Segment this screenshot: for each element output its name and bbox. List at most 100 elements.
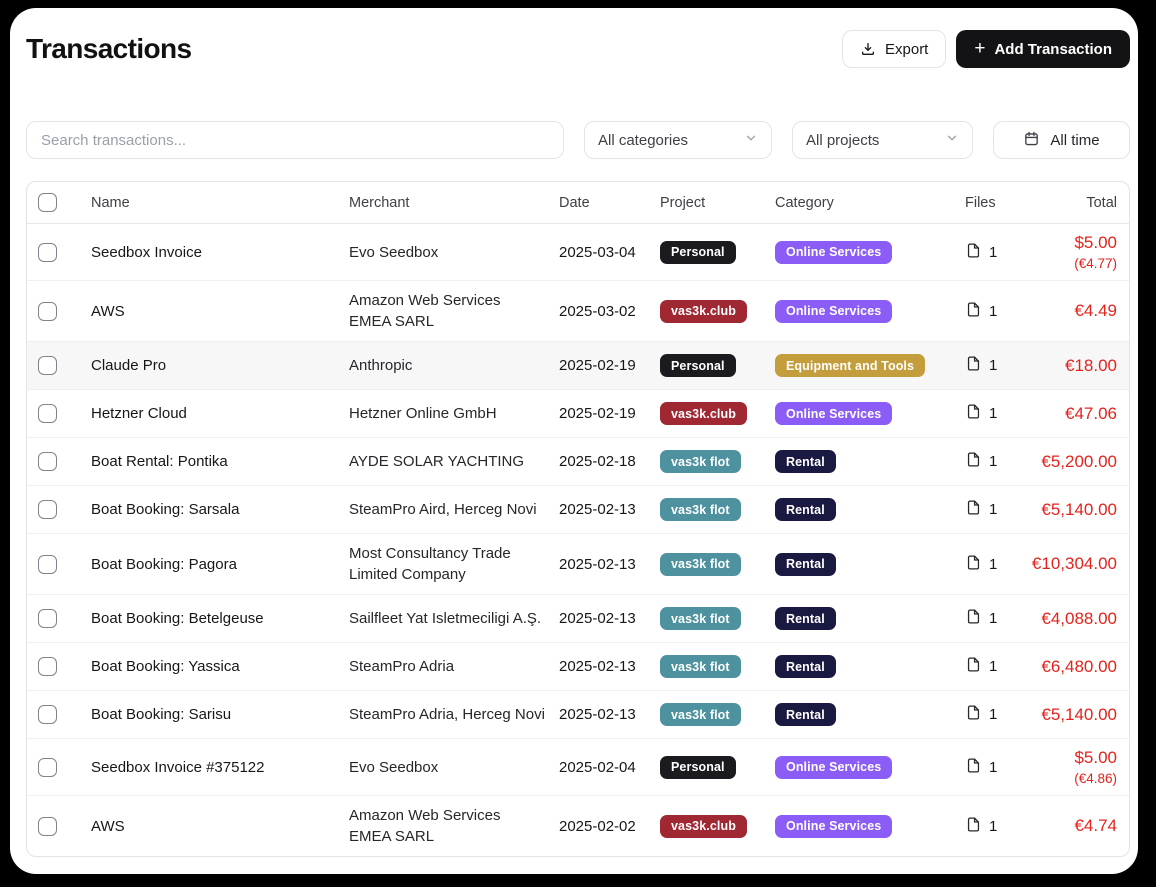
row-checkbox[interactable]: [38, 758, 57, 777]
files-cell: 1: [965, 704, 1027, 725]
file-count: 1: [989, 706, 997, 723]
transaction-name: AWS: [91, 303, 349, 320]
transaction-name: Boat Booking: Pagora: [91, 556, 349, 573]
file-count: 1: [989, 818, 997, 835]
row-checkbox[interactable]: [38, 404, 57, 423]
total-converted-amount: (€4.77): [1027, 256, 1117, 271]
row-checkbox[interactable]: [38, 817, 57, 836]
table-row[interactable]: AWSAmazon Web Services EMEA SARL2025-03-…: [27, 280, 1129, 341]
row-checkbox[interactable]: [38, 705, 57, 724]
total-cell: €5,140.00: [1027, 500, 1129, 520]
total-amount: €5,140.00: [1027, 500, 1117, 520]
header-actions: Export + Add Transaction: [842, 30, 1130, 68]
export-button[interactable]: Export: [842, 30, 946, 68]
category-badge: Rental: [775, 655, 836, 678]
project-cell: vas3k flot: [660, 607, 775, 630]
table-row[interactable]: Seedbox InvoiceEvo Seedbox2025-03-04Pers…: [27, 224, 1129, 280]
project-cell: vas3k.club: [660, 815, 775, 838]
row-checkbox-cell: [27, 243, 91, 262]
transaction-date: 2025-02-13: [559, 706, 660, 723]
row-checkbox[interactable]: [38, 657, 57, 676]
file-icon: [965, 355, 982, 376]
category-cell: Online Services: [775, 300, 965, 323]
table-row[interactable]: Claude ProAnthropic2025-02-19PersonalEqu…: [27, 341, 1129, 389]
files-cell: 1: [965, 355, 1027, 376]
add-transaction-button[interactable]: + Add Transaction: [956, 30, 1130, 68]
project-cell: vas3k flot: [660, 703, 775, 726]
project-filter-value: All projects: [806, 132, 879, 149]
merchant-name: Anthropic: [349, 355, 559, 376]
category-cell: Rental: [775, 655, 965, 678]
merchant-name: Evo Seedbox: [349, 242, 559, 263]
search-input[interactable]: [26, 121, 564, 159]
file-count: 1: [989, 610, 997, 627]
select-all-checkbox[interactable]: [38, 193, 57, 212]
category-badge: Online Services: [775, 300, 892, 323]
files-cell: 1: [965, 656, 1027, 677]
page-header: Transactions Export + Add Transaction: [26, 28, 1130, 70]
row-checkbox[interactable]: [38, 302, 57, 321]
row-checkbox[interactable]: [38, 555, 57, 574]
file-count: 1: [989, 244, 997, 261]
transaction-name: Seedbox Invoice #375122: [91, 759, 349, 776]
merchant-name: SteamPro Aird, Herceg Novi: [349, 499, 559, 520]
table-row[interactable]: AWSAmazon Web Services EMEA SARL2025-02-…: [27, 795, 1129, 856]
category-badge: Online Services: [775, 815, 892, 838]
file-icon: [965, 554, 982, 575]
files-cell: 1: [965, 554, 1027, 575]
files-cell: 1: [965, 608, 1027, 629]
row-checkbox[interactable]: [38, 243, 57, 262]
project-badge: vas3k.club: [660, 300, 747, 323]
column-header-total: Total: [1027, 195, 1129, 211]
merchant-name: SteamPro Adria: [349, 656, 559, 677]
project-filter-select[interactable]: All projects: [792, 121, 973, 159]
table-header-row: Name Merchant Date Project Category File…: [27, 182, 1129, 224]
file-icon: [965, 451, 982, 472]
category-badge: Online Services: [775, 402, 892, 425]
project-badge: vas3k flot: [660, 607, 741, 630]
total-cell: €18.00: [1027, 356, 1129, 376]
date-range-filter-button[interactable]: All time: [993, 121, 1130, 159]
total-amount: €5,200.00: [1027, 452, 1117, 472]
category-filter-select[interactable]: All categories: [584, 121, 772, 159]
page-title: Transactions: [26, 33, 192, 65]
row-checkbox[interactable]: [38, 452, 57, 471]
file-count: 1: [989, 556, 997, 573]
files-cell: 1: [965, 403, 1027, 424]
transaction-name: Claude Pro: [91, 357, 349, 374]
total-converted-amount: (€4.86): [1027, 771, 1117, 786]
table-row[interactable]: Boat Booking: SarisuSteamPro Adria, Herc…: [27, 690, 1129, 738]
table-row[interactable]: Boat Booking: YassicaSteamPro Adria2025-…: [27, 642, 1129, 690]
add-transaction-button-label: Add Transaction: [994, 41, 1112, 58]
row-checkbox[interactable]: [38, 356, 57, 375]
table-row[interactable]: Boat Booking: SarsalaSteamPro Aird, Herc…: [27, 485, 1129, 533]
category-cell: Online Services: [775, 756, 965, 779]
table-row[interactable]: Seedbox Invoice #375122Evo Seedbox2025-0…: [27, 738, 1129, 795]
project-cell: vas3k flot: [660, 655, 775, 678]
category-filter-value: All categories: [598, 132, 688, 149]
column-header-category: Category: [775, 195, 965, 211]
merchant-name: Most Consultancy Trade Limited Company: [349, 543, 559, 585]
project-badge: vas3k.club: [660, 815, 747, 838]
project-cell: vas3k.club: [660, 402, 775, 425]
transaction-name: Boat Rental: Pontika: [91, 453, 349, 470]
chevron-down-icon: [744, 131, 758, 149]
table-row[interactable]: Boat Booking: PagoraMost Consultancy Tra…: [27, 533, 1129, 594]
row-checkbox[interactable]: [38, 500, 57, 519]
row-checkbox-cell: [27, 555, 91, 574]
column-header-merchant: Merchant: [349, 195, 559, 211]
table-row[interactable]: Hetzner CloudHetzner Online GmbH2025-02-…: [27, 389, 1129, 437]
row-checkbox-cell: [27, 758, 91, 777]
file-icon: [965, 608, 982, 629]
category-badge: Rental: [775, 703, 836, 726]
table-row[interactable]: Boat Booking: BetelgeuseSailfleet Yat Is…: [27, 594, 1129, 642]
transaction-date: 2025-03-02: [559, 303, 660, 320]
row-checkbox[interactable]: [38, 609, 57, 628]
total-amount: €5,140.00: [1027, 705, 1117, 725]
total-cell: $5.00(€4.86): [1027, 748, 1129, 786]
transaction-name: Boat Booking: Betelgeuse: [91, 610, 349, 627]
category-badge: Rental: [775, 450, 836, 473]
table-row[interactable]: Boat Rental: PontikaAYDE SOLAR YACHTING2…: [27, 437, 1129, 485]
download-icon: [860, 41, 876, 57]
files-cell: 1: [965, 816, 1027, 837]
